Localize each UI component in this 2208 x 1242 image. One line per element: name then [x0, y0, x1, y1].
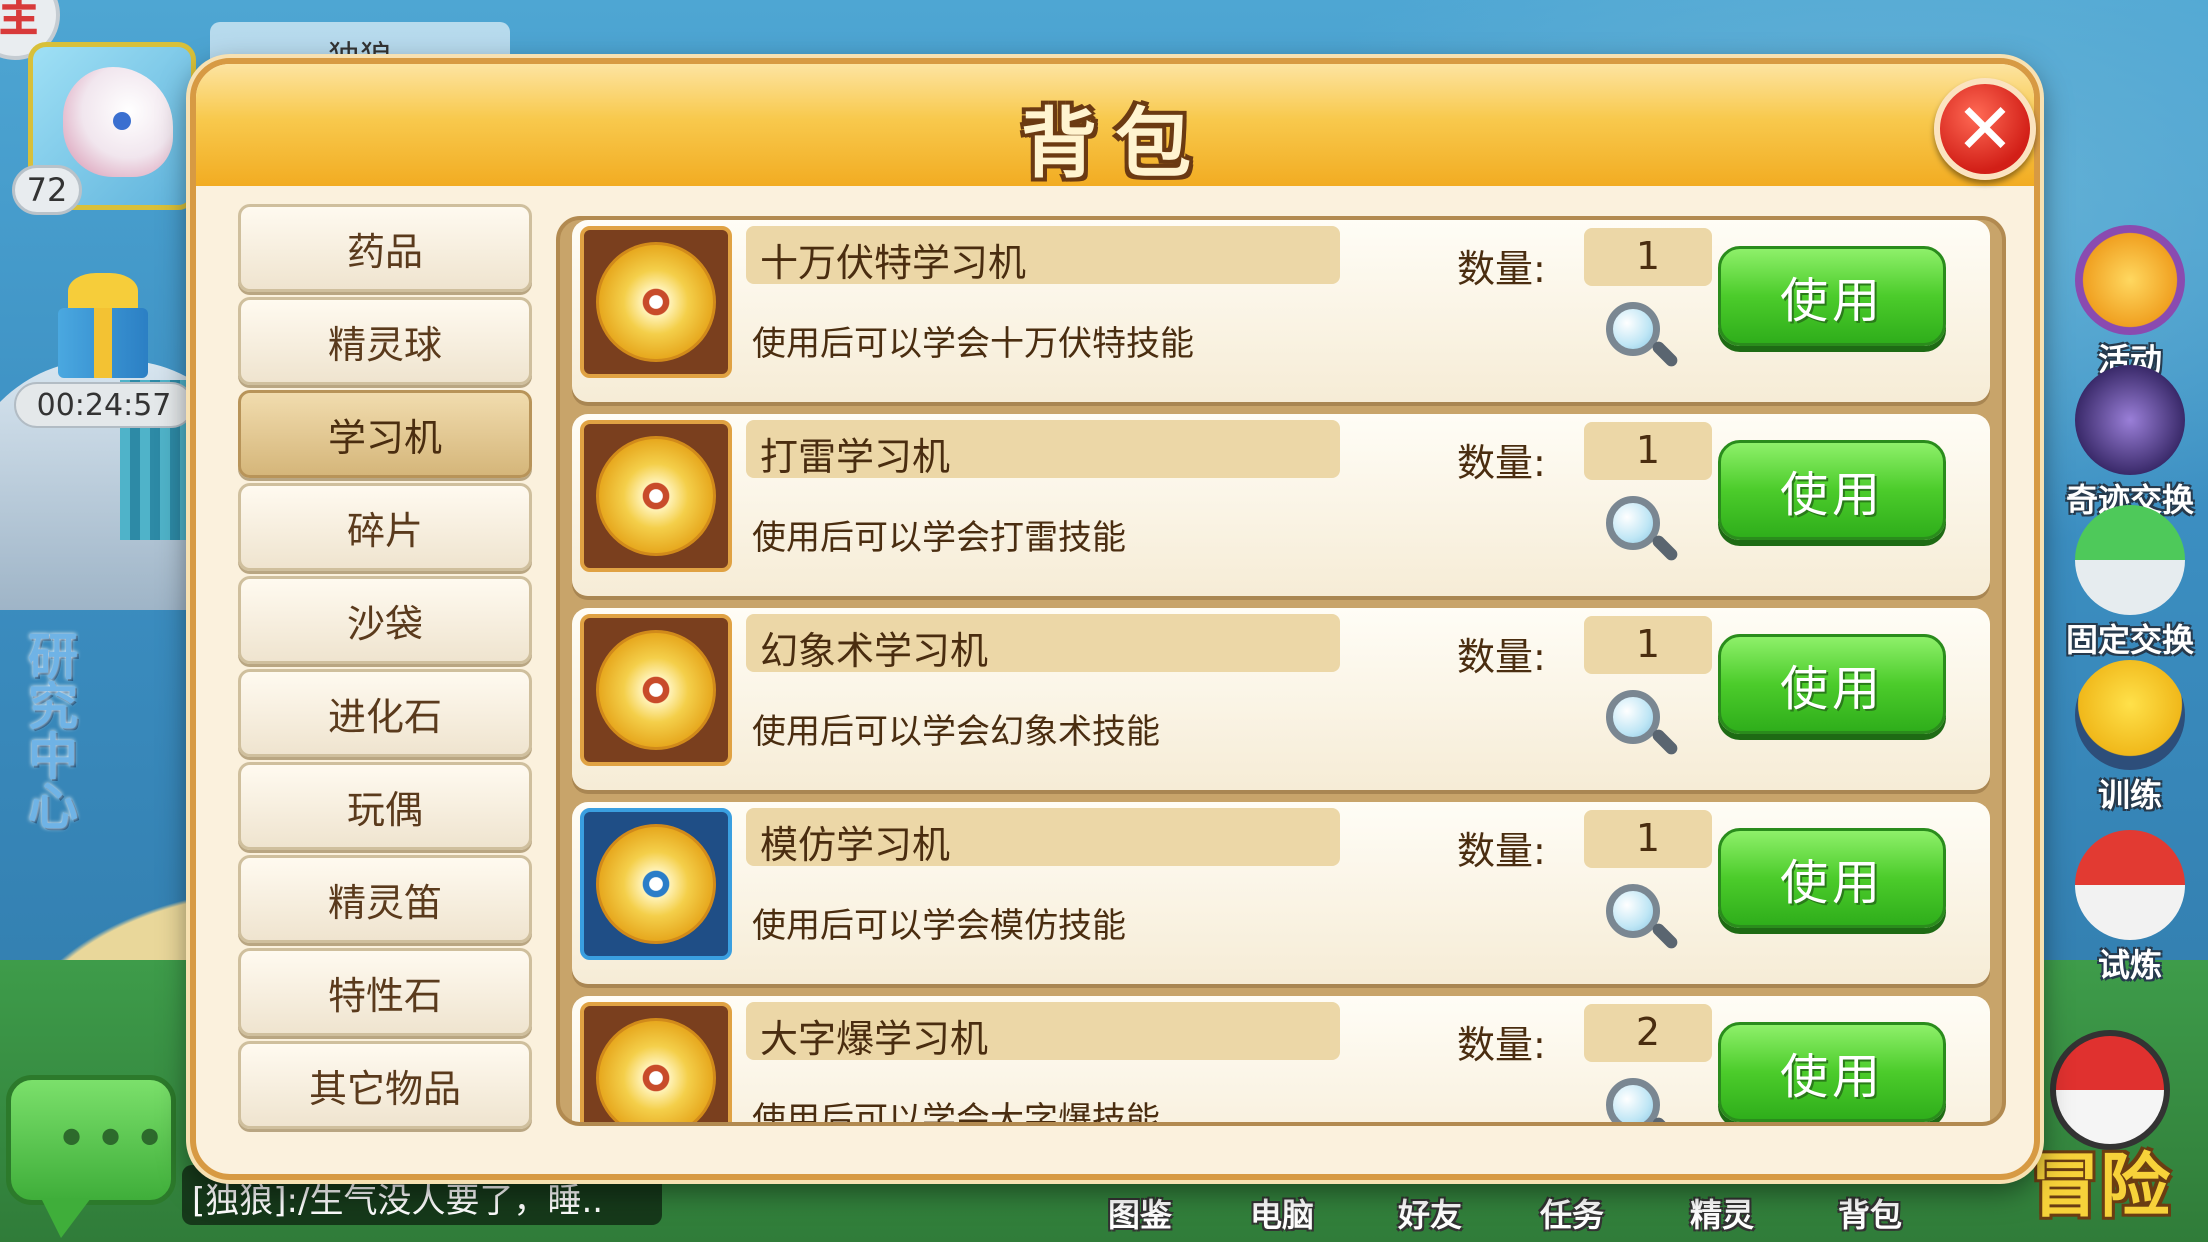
- item-row: 大字爆学习机 使用后可以学会大字爆技能 数量: 2 使用: [572, 996, 1990, 1126]
- magnifier-icon[interactable]: [1602, 494, 1682, 574]
- disc-icon: [580, 226, 732, 378]
- nav-computer[interactable]: 电脑: [1250, 1190, 1314, 1236]
- side-menu-miracle-trade[interactable]: 奇迹交换: [2060, 365, 2200, 521]
- item-name: 十万伏特学习机: [746, 226, 1340, 285]
- item-row: 打雷学习机 使用后可以学会打雷技能 数量: 1 使用: [572, 414, 1990, 596]
- star-icon: [2075, 225, 2185, 335]
- quantity-label: 数量:: [1457, 247, 1546, 291]
- quantity-label: 数量:: [1457, 1023, 1546, 1067]
- crystal-ball-icon: [2075, 365, 2185, 475]
- tab-flutes[interactable]: 精灵笛: [238, 855, 532, 943]
- quantity-value: 1: [1584, 228, 1712, 286]
- side-menu-training[interactable]: 训练: [2060, 660, 2200, 816]
- item-description: 使用后可以学会模仿技能: [752, 906, 1126, 946]
- magnifier-icon[interactable]: [1602, 300, 1682, 380]
- item-description: 使用后可以学会十万伏特技能: [752, 324, 1194, 364]
- item-description: 使用后可以学会大字爆技能: [752, 1100, 1160, 1126]
- category-tabs: 药品 精灵球 学习机 碎片 沙袋 进化石 玩偶 精灵笛 特性石 其它物品: [238, 204, 532, 1134]
- magnifier-icon[interactable]: [1602, 688, 1682, 768]
- use-button[interactable]: 使用: [1718, 246, 1946, 346]
- use-button[interactable]: 使用: [1718, 440, 1946, 540]
- side-menu-trial[interactable]: 试炼: [2060, 830, 2200, 986]
- use-button[interactable]: 使用: [1718, 634, 1946, 734]
- quantity-value: 1: [1584, 810, 1712, 868]
- magnifier-icon[interactable]: [1602, 882, 1682, 962]
- bag-dialog: 背包 ✕ 药品 精灵球 学习机 碎片 沙袋 进化石 玩偶 精灵笛 特性石 其它物…: [190, 58, 2040, 1180]
- item-row: 模仿学习机 使用后可以学会模仿技能 数量: 1 使用: [572, 802, 1990, 984]
- nav-pokemon[interactable]: 精灵: [1690, 1190, 1754, 1236]
- tab-tms[interactable]: 学习机: [238, 390, 532, 478]
- item-name: 幻象术学习机: [746, 614, 1340, 673]
- pokeball-icon: [2075, 505, 2185, 615]
- pikachu-icon: [2075, 660, 2185, 770]
- side-menu-fixed-trade[interactable]: 固定交换: [2060, 505, 2200, 661]
- quantity-label: 数量:: [1457, 829, 1546, 873]
- quantity-label: 数量:: [1457, 441, 1546, 485]
- quantity-value: 2: [1584, 1004, 1712, 1062]
- sword-icon: [2075, 830, 2185, 940]
- dialog-title: 背包: [1021, 99, 1209, 188]
- tab-evolution-stones[interactable]: 进化石: [238, 669, 532, 757]
- tab-pokeballs[interactable]: 精灵球: [238, 297, 532, 385]
- nav-pokedex[interactable]: 图鉴: [1108, 1190, 1172, 1236]
- nav-tasks[interactable]: 任务: [1540, 1190, 1604, 1236]
- tab-medicine[interactable]: 药品: [238, 204, 532, 292]
- item-row: 十万伏特学习机 使用后可以学会十万伏特技能 数量: 1 使用: [572, 220, 1990, 402]
- item-description: 使用后可以学会打雷技能: [752, 518, 1126, 558]
- close-button[interactable]: ✕: [1934, 78, 2036, 180]
- quantity-label: 数量:: [1457, 635, 1546, 679]
- disc-icon: [580, 808, 732, 960]
- nav-bag[interactable]: 背包: [1838, 1190, 1902, 1236]
- disc-icon: [580, 420, 732, 572]
- item-name: 大字爆学习机: [746, 1002, 1340, 1061]
- item-list[interactable]: 十万伏特学习机 使用后可以学会十万伏特技能 数量: 1 使用 打雷学习机 使用后…: [556, 216, 2006, 1126]
- item-row: 幻象术学习机 使用后可以学会幻象术技能 数量: 1 使用: [572, 608, 1990, 790]
- tab-sandbags[interactable]: 沙袋: [238, 576, 532, 664]
- chat-button[interactable]: •••: [6, 1075, 176, 1238]
- tab-dolls[interactable]: 玩偶: [238, 762, 532, 850]
- quantity-value: 1: [1584, 422, 1712, 480]
- item-name: 模仿学习机: [746, 808, 1340, 867]
- tab-fragments[interactable]: 碎片: [238, 483, 532, 571]
- use-button[interactable]: 使用: [1718, 828, 1946, 928]
- gift-icon[interactable]: [48, 268, 158, 378]
- tab-other-items[interactable]: 其它物品: [238, 1041, 532, 1129]
- item-name: 打雷学习机: [746, 420, 1340, 479]
- player-level: 72: [12, 165, 82, 215]
- disc-icon: [580, 614, 732, 766]
- side-menu-activity[interactable]: 活动: [2060, 225, 2200, 381]
- magnifier-icon[interactable]: [1602, 1076, 1682, 1122]
- gift-timer: 00:24:57: [14, 382, 194, 428]
- item-description: 使用后可以学会幻象术技能: [752, 712, 1160, 752]
- nav-friends[interactable]: 好友: [1398, 1190, 1462, 1236]
- close-icon: ✕: [1955, 88, 2015, 170]
- dialog-header: 背包: [196, 64, 2034, 188]
- quantity-value: 1: [1584, 616, 1712, 674]
- tab-ability-stones[interactable]: 特性石: [238, 948, 532, 1036]
- location-label: 研究中心: [20, 630, 78, 830]
- use-button[interactable]: 使用: [1718, 1022, 1946, 1122]
- chat-bubble-icon: •••: [55, 1107, 173, 1172]
- disc-icon: [580, 1002, 732, 1122]
- pokemon-portrait: [63, 67, 173, 177]
